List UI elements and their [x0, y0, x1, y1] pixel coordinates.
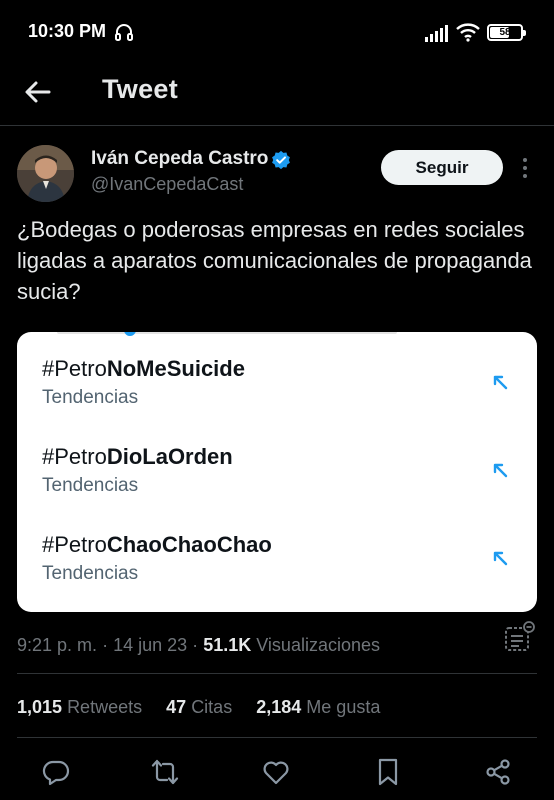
- page-title: Tweet: [102, 74, 179, 104]
- follow-button[interactable]: Seguir: [381, 150, 503, 185]
- headphone-icon: [115, 24, 133, 41]
- card-top-strip: [57, 332, 397, 334]
- trend-hashtag: #PetroChaoChaoChao: [42, 532, 272, 558]
- divider: [17, 673, 537, 674]
- tweet-media-card[interactable]: #PetroNoMeSuicide Tendencias #PetroDioLa…: [17, 332, 537, 612]
- battery-level: 58: [499, 27, 511, 38]
- trend-arrow-icon: [493, 551, 508, 566]
- status-bar: 10:30 PM 58: [0, 0, 554, 64]
- author-name[interactable]: Iván Cepeda Castro: [91, 148, 268, 170]
- trend-hashtag: #PetroNoMeSuicide: [42, 356, 245, 382]
- verified-icon: [272, 150, 290, 170]
- card-dot: [124, 332, 136, 336]
- trend-bold: ChaoChaoChao: [106, 532, 272, 557]
- trend-prefix: #Petro: [42, 532, 107, 557]
- trend-prefix: #Petro: [42, 444, 107, 469]
- status-time: 10:30 PM: [28, 21, 107, 41]
- tweet-action-bar: [0, 745, 554, 800]
- quotes-label[interactable]: Citas: [191, 697, 232, 717]
- retweet-icon[interactable]: [150, 757, 180, 787]
- quotes-count[interactable]: 47: [166, 697, 186, 717]
- author-handle[interactable]: @IvanCepedaCast: [91, 174, 243, 195]
- likes-label[interactable]: Me gusta: [306, 697, 380, 717]
- signal-icon: [425, 25, 448, 42]
- meta-separator: ·: [102, 635, 109, 655]
- reply-icon[interactable]: [41, 757, 71, 787]
- wifi-icon: [456, 23, 480, 42]
- trend-item[interactable]: #PetroNoMeSuicide Tendencias: [17, 356, 537, 436]
- avatar[interactable]: [17, 145, 74, 202]
- tweet-time: 9:21 p. m.: [17, 635, 98, 655]
- trend-arrow-icon: [493, 463, 508, 478]
- back-arrow-icon[interactable]: [22, 76, 54, 108]
- tweet-text: ¿Bodegas o poderosas empresas en redes s…: [17, 217, 532, 304]
- trend-subtitle: Tendencias: [42, 563, 139, 584]
- like-icon[interactable]: [261, 757, 291, 787]
- trend-hashtag: #PetroDioLaOrden: [42, 444, 233, 470]
- views-label[interactable]: Visualizaciones: [256, 635, 380, 655]
- retweets-label[interactable]: Retweets: [67, 697, 142, 717]
- trend-subtitle: Tendencias: [42, 387, 139, 408]
- more-icon[interactable]: [517, 156, 533, 180]
- header: Tweet: [0, 64, 554, 126]
- likes-count[interactable]: 2,184: [256, 697, 301, 717]
- divider: [17, 737, 537, 738]
- trend-item[interactable]: #PetroDioLaOrden Tendencias: [17, 444, 537, 524]
- views-count[interactable]: 51.1K: [203, 635, 251, 655]
- trend-prefix: #Petro: [42, 356, 107, 381]
- analytics-icon[interactable]: [503, 620, 537, 654]
- bookmark-icon[interactable]: [373, 757, 403, 787]
- trend-arrow-icon: [493, 375, 508, 390]
- tweet-date: 14 jun 23: [113, 635, 188, 655]
- trend-item[interactable]: #PetroChaoChaoChao Tendencias: [17, 532, 537, 612]
- tweet-meta: 9:21 p. m. · 14 jun 23 · 51.1K Visualiza…: [17, 635, 380, 656]
- trend-bold: NoMeSuicide: [106, 356, 245, 381]
- share-icon[interactable]: [483, 757, 513, 787]
- trend-bold: DioLaOrden: [106, 444, 233, 469]
- tweet-stats: 1,015 Retweets 47 Citas 2,184 Me gusta: [17, 697, 380, 718]
- battery-indicator: 58: [487, 24, 526, 41]
- trend-subtitle: Tendencias: [42, 475, 139, 496]
- retweets-count[interactable]: 1,015: [17, 697, 62, 717]
- meta-separator: ·: [192, 635, 199, 655]
